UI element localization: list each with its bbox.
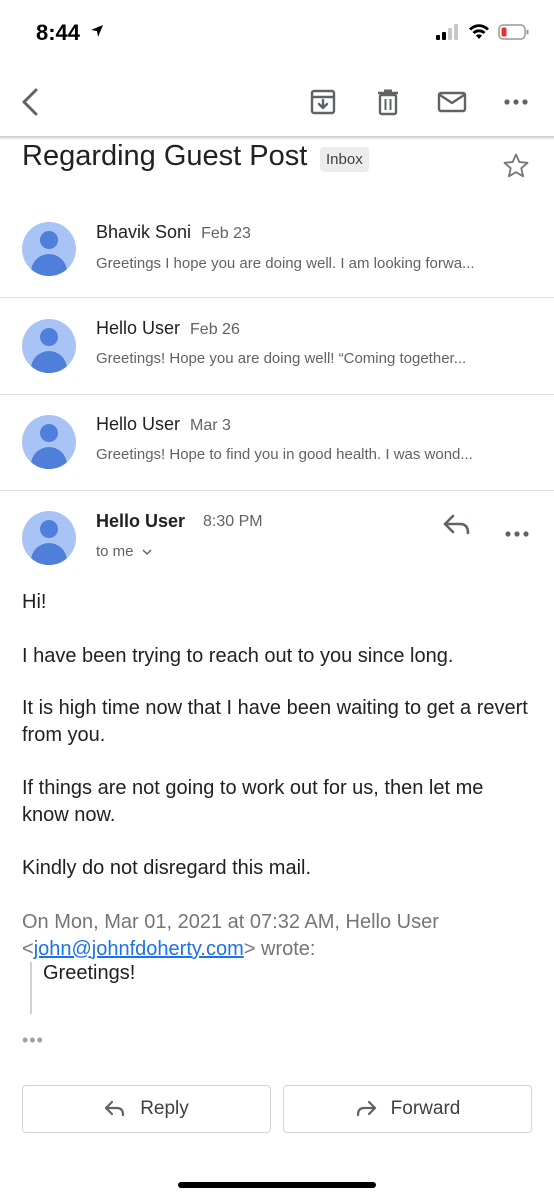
battery-icon [498, 24, 529, 40]
forward-button[interactable]: Forward [283, 1085, 532, 1133]
quote-email-link[interactable]: john@johnfdoherty.com [34, 938, 244, 960]
avatar [22, 511, 76, 565]
thread-sender: Bhavik Soni Feb 23 [96, 222, 251, 243]
sender-name: Bhavik Soni [96, 222, 192, 242]
trash-icon[interactable] [370, 84, 406, 120]
quoted-text: Greetings! [43, 962, 136, 984]
wifi-icon [469, 24, 489, 39]
message-more-icon[interactable] [505, 524, 529, 542]
message-body-paragraph: Hi! [22, 591, 47, 613]
message-body-paragraph: Kindly do not disregard this mail. [22, 857, 312, 879]
message-body-paragraph: I have been trying to reach out to you s… [22, 645, 454, 667]
reply-label: Reply [140, 1098, 189, 1119]
open-message-time: 8:30 PM [203, 513, 263, 530]
more-horizontal-icon[interactable] [498, 84, 534, 120]
reply-icon [105, 1100, 125, 1117]
message-body-paragraph: If things are not going to work out for … [22, 777, 484, 826]
forward-icon [356, 1100, 376, 1117]
star-icon[interactable] [502, 152, 530, 185]
thread-message-collapsed[interactable]: Hello User Mar 3 Greetings! Hope to find … [0, 394, 554, 491]
message-date: Feb 26 [190, 321, 240, 338]
message-snippet: Greetings I hope you are doing well. I a… [96, 255, 475, 272]
status-time: 8:44 [36, 20, 81, 45]
archive-icon[interactable] [305, 84, 341, 120]
avatar [22, 319, 76, 373]
message-snippet: Greetings! Hope to find you in good heal… [96, 446, 473, 463]
message-snippet: Greetings! Hope you are doing well! “Com… [96, 350, 467, 367]
thread-sender: Hello User Mar 3 [96, 414, 231, 435]
show-trimmed-content-button[interactable]: ••• [22, 1030, 44, 1051]
status-indicators [436, 24, 530, 40]
forward-label: Forward [390, 1098, 461, 1119]
back-arrow-icon[interactable] [12, 84, 48, 120]
thread-sender: Hello User Feb 26 [96, 318, 240, 339]
avatar [22, 222, 76, 276]
sender-name: Hello User [96, 318, 181, 338]
message-date: Mar 3 [190, 417, 231, 434]
sender-name: Hello User [96, 414, 181, 434]
quote-wrote: wrote: [261, 938, 316, 960]
open-message-sender: Hello User [96, 511, 186, 531]
location-arrow-icon [90, 24, 104, 43]
avatar [22, 415, 76, 469]
home-indicator[interactable] [178, 1182, 376, 1188]
toolbar [0, 70, 554, 136]
signal-icon [436, 24, 458, 40]
mail-icon[interactable] [434, 84, 470, 120]
quote-attribution: On Mon, Mar 01, 2021 at 07:32 AM, Hello … [22, 911, 439, 960]
thread-message-collapsed[interactable]: Hello User Feb 26 Greetings! Hope you are… [0, 298, 554, 395]
thread-message-collapsed[interactable]: Bhavik Soni Feb 23 Greetings I hope you a… [0, 201, 554, 298]
reply-button[interactable]: Reply [22, 1085, 271, 1133]
recipient-details-toggle[interactable]: to me [96, 543, 152, 560]
inbox-label-badge[interactable]: Inbox [320, 147, 369, 172]
email-subject: Regarding Guest Post [22, 140, 308, 172]
message-date: Feb 23 [201, 225, 251, 242]
chevron-down-icon [142, 549, 152, 556]
quote-intro: On Mon, Mar 01, 2021 at 07:32 AM, Hello … [22, 911, 439, 933]
reply-icon[interactable] [442, 512, 472, 543]
quote-bar [30, 962, 32, 1014]
recipient-label: to me [96, 543, 134, 560]
message-body-paragraph: It is high time now that I have been wai… [22, 697, 528, 746]
